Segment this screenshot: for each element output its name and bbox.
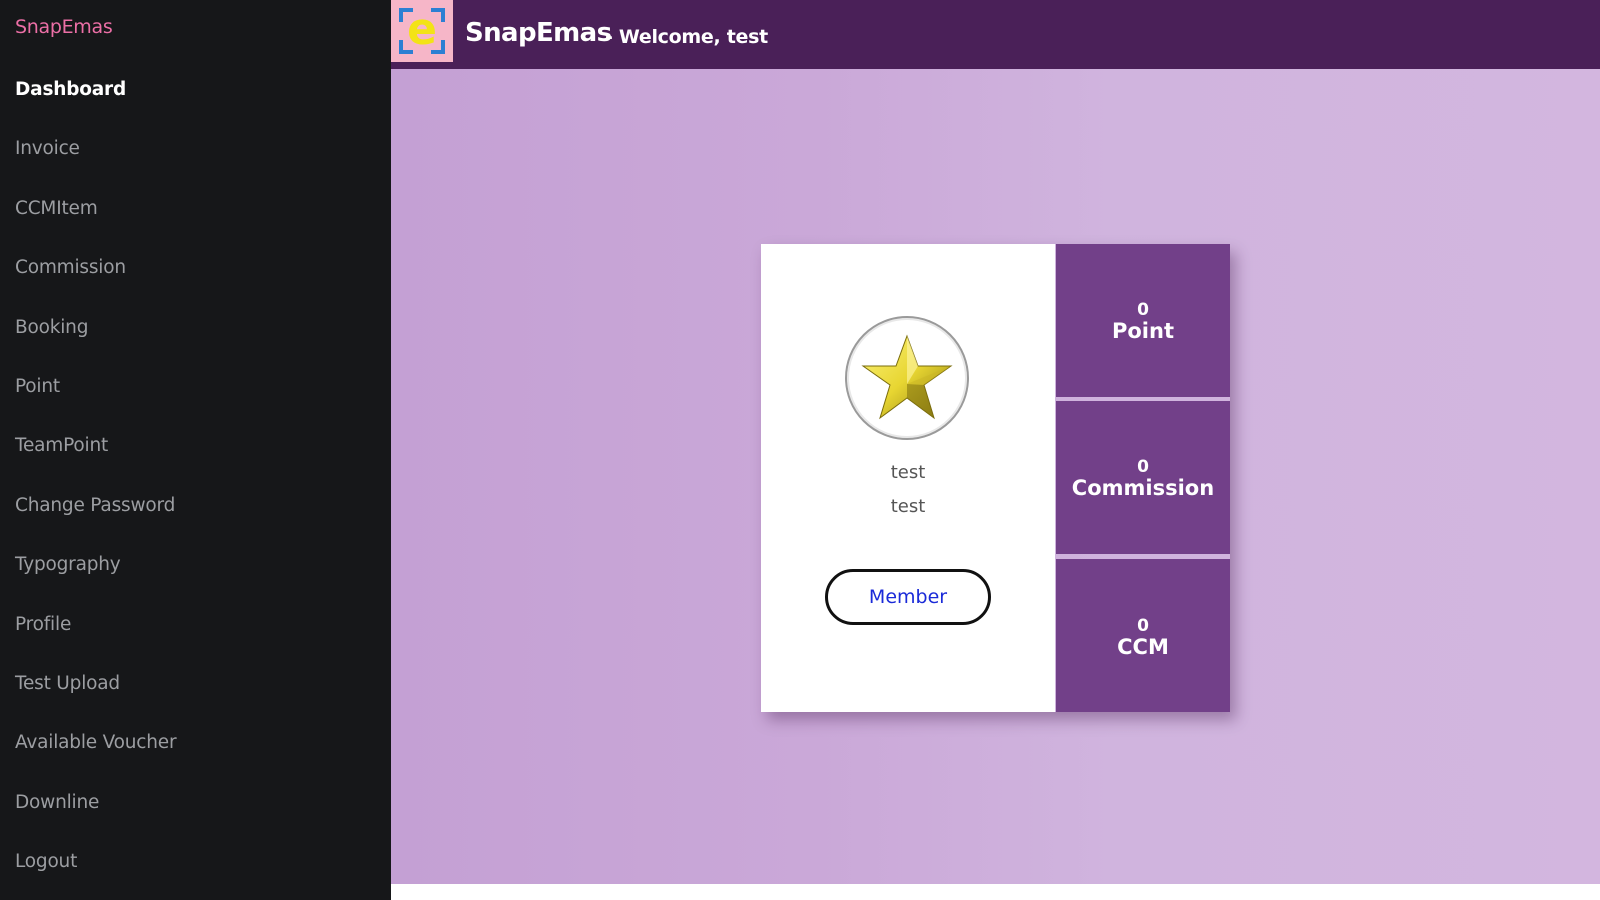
stat-commission-label: Commission (1071, 476, 1215, 500)
stat-ccm[interactable]: 0 CCM (1056, 559, 1230, 712)
sidebar: SnapEmas Dashboard Invoice CCMItem Commi… (0, 0, 391, 900)
sidebar-brand[interactable]: SnapEmas (15, 16, 113, 38)
stat-commission-value: 0 (1137, 457, 1149, 477)
profile-card: test test Member 0 Point 0 Commission 0 … (761, 244, 1230, 712)
stat-point[interactable]: 0 Point (1056, 244, 1230, 397)
sidebar-item-available-voucher[interactable]: Available Voucher (0, 713, 391, 772)
stat-ccm-label: CCM (1117, 635, 1169, 659)
top-header: e SnapEmas - Welcome, test (391, 0, 1600, 69)
sidebar-item-change-password[interactable]: Change Password (0, 476, 391, 535)
sidebar-item-test-upload[interactable]: Test Upload (0, 654, 391, 713)
member-button[interactable]: Member (825, 569, 991, 625)
star-icon (861, 334, 953, 420)
app-logo[interactable]: e (391, 0, 453, 62)
sidebar-item-ccmitem[interactable]: CCMItem (0, 179, 391, 238)
sidebar-item-typography[interactable]: Typography (0, 535, 391, 594)
avatar (845, 316, 969, 440)
logo-letter: e (407, 4, 437, 55)
sidebar-item-dashboard[interactable]: Dashboard (0, 60, 391, 119)
sidebar-item-invoice[interactable]: Invoice (0, 119, 391, 178)
stat-commission[interactable]: 0 Commission (1056, 401, 1230, 554)
sidebar-item-profile[interactable]: Profile (0, 595, 391, 654)
profile-panel: test test Member (761, 244, 1055, 712)
stat-ccm-value: 0 (1137, 616, 1149, 636)
sidebar-item-point[interactable]: Point (0, 357, 391, 416)
stats-column: 0 Point 0 Commission 0 CCM (1056, 244, 1230, 712)
profile-name: test (890, 462, 926, 483)
sidebar-item-booking[interactable]: Booking (0, 298, 391, 357)
sidebar-item-teampoint[interactable]: TeamPoint (0, 416, 391, 475)
profile-username: test (890, 496, 926, 517)
sidebar-nav: Dashboard Invoice CCMItem Commission Boo… (0, 60, 391, 891)
app-title: SnapEmas (465, 18, 612, 48)
sidebar-item-commission[interactable]: Commission (0, 238, 391, 297)
sidebar-item-logout[interactable]: Logout (0, 832, 391, 891)
sidebar-item-downline[interactable]: Downline (0, 773, 391, 832)
stat-point-value: 0 (1137, 300, 1149, 320)
welcome-text: - Welcome, test (605, 26, 768, 48)
stat-point-label: Point (1111, 319, 1174, 343)
